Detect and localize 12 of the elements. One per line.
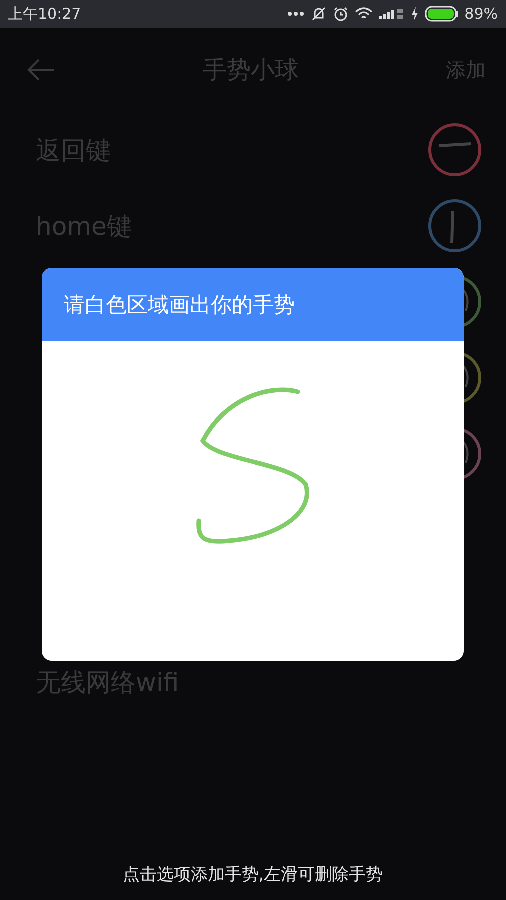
status-time: 上午10:27 bbox=[8, 4, 82, 24]
mute-icon bbox=[310, 6, 327, 22]
hint-text: 点击选项添加手势,左滑可删除手势 bbox=[122, 864, 384, 886]
alarm-icon bbox=[332, 6, 349, 22]
battery-percent: 89% bbox=[464, 5, 498, 23]
signal-icon bbox=[378, 7, 405, 21]
battery-icon bbox=[424, 6, 459, 22]
more-icon bbox=[286, 11, 305, 17]
dialog-title: 请白色区域画出你的手势 bbox=[42, 268, 464, 341]
charging-icon bbox=[410, 7, 419, 21]
back-icon[interactable] bbox=[26, 58, 56, 82]
wifi-icon bbox=[354, 7, 373, 21]
